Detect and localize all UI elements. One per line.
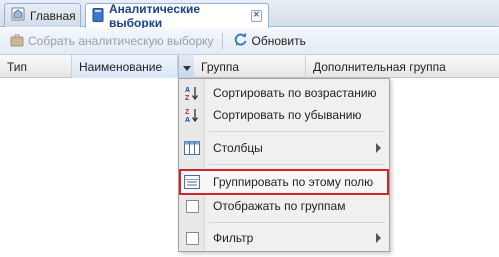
menu-item-sort-asc[interactable]: A Z Сортировать по возрастанию (181, 82, 387, 104)
column-type[interactable]: Тип (0, 55, 72, 78)
sort-desc-icon: Z A (181, 106, 203, 124)
refresh-icon (233, 32, 248, 50)
column-menu-trigger[interactable] (178, 55, 194, 78)
sort-asc-icon: A Z (181, 84, 203, 102)
group-by-icon (181, 173, 203, 191)
menu-separator (209, 131, 385, 132)
menu-item-group-by-field-label: Группировать по этому полю (213, 175, 374, 189)
menu-item-sort-desc[interactable]: Z A Сортировать по убыванию (181, 104, 387, 126)
column-extra-group-label: Дополнительная группа (313, 59, 446, 74)
chevron-down-icon (182, 60, 191, 74)
toolbar-separator (221, 33, 223, 49)
column-group[interactable]: Группа (194, 55, 306, 78)
tab-analytics-label: Аналитические выборки (109, 2, 201, 30)
menu-item-show-groups[interactable]: Отображать по группам (181, 195, 387, 217)
refresh-label: Обновить (251, 34, 306, 48)
menu-item-group-by-field[interactable]: Группировать по этому полю (179, 169, 389, 195)
column-menu: A Z Сортировать по возрастанию Z A Сорти… (178, 78, 390, 252)
collect-sample-button[interactable]: Собрать аналитическую выборку (6, 30, 218, 52)
refresh-button[interactable]: Обновить (229, 30, 310, 52)
svg-text:Z: Z (185, 95, 190, 101)
toolbar: Собрать аналитическую выборку Обновить (0, 28, 499, 55)
menu-item-columns-label: Столбцы (213, 141, 263, 155)
svg-text:A: A (185, 87, 190, 94)
svg-text:A: A (185, 117, 190, 123)
menu-item-sort-desc-label: Сортировать по убыванию (213, 108, 362, 122)
menu-item-filter-label: Фильтр (213, 231, 254, 245)
menu-item-sort-asc-label: Сортировать по возрастанию (213, 86, 377, 100)
close-icon[interactable]: ✕ (250, 10, 262, 22)
menu-separator (209, 164, 385, 165)
column-name[interactable]: Наименование (72, 55, 178, 78)
collect-sample-label: Собрать аналитическую выборку (28, 34, 214, 48)
column-group-label: Группа (201, 59, 240, 74)
menu-item-filter[interactable]: Фильтр (181, 227, 387, 249)
checkbox-icon (181, 197, 203, 215)
home-doc-icon (11, 7, 25, 24)
menu-item-columns[interactable]: Столбцы (181, 137, 387, 159)
svg-text:Z: Z (185, 109, 190, 116)
tab-analytics[interactable]: Аналитические выборки ✕ (85, 2, 269, 30)
tab-home-label: Главная (30, 8, 76, 23)
columns-icon (181, 139, 203, 157)
menu-item-show-groups-label: Отображать по группам (213, 199, 346, 213)
briefcase-icon (10, 33, 24, 50)
menu-separator (209, 222, 385, 223)
filter-checkbox[interactable] (185, 231, 199, 245)
column-name-label: Наименование (79, 59, 163, 74)
column-type-label: Тип (7, 59, 28, 74)
submenu-arrow-icon (376, 233, 381, 243)
show-groups-checkbox[interactable] (185, 199, 199, 213)
column-extra-group[interactable]: Дополнительная группа (306, 55, 499, 78)
checkbox-icon (181, 229, 203, 247)
book-icon (92, 7, 104, 25)
tab-home[interactable]: Главная (4, 3, 81, 27)
submenu-arrow-icon (376, 143, 381, 153)
